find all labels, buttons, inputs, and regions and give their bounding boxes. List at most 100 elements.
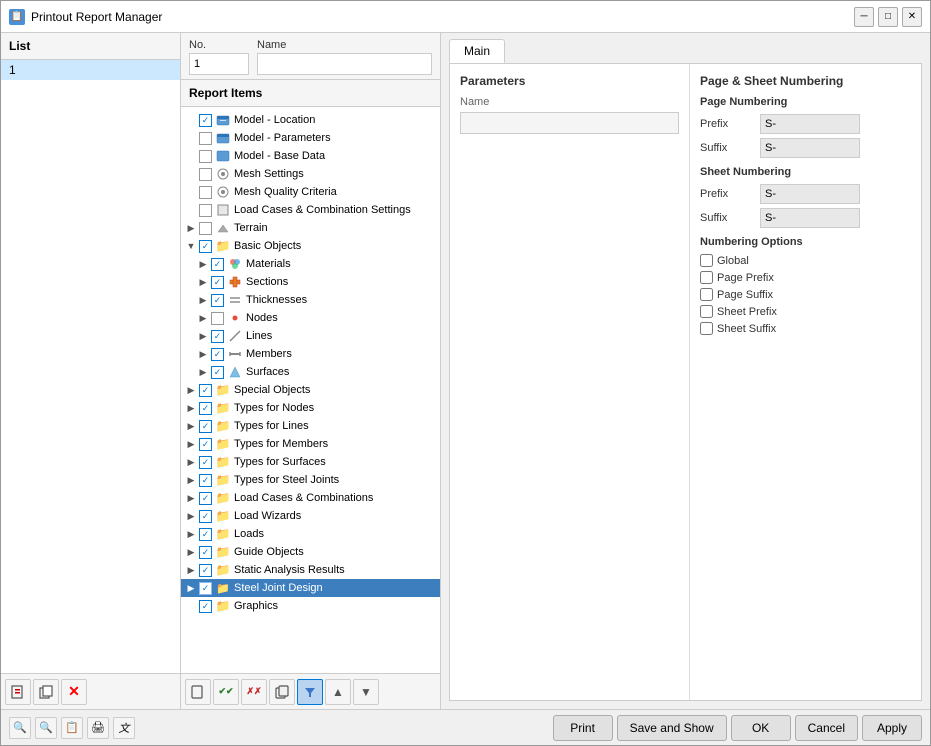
item-checkbox[interactable] (211, 348, 224, 361)
item-checkbox[interactable] (199, 204, 212, 217)
item-checkbox[interactable] (199, 438, 212, 451)
list-item[interactable]: ▶ Surfaces (181, 363, 440, 381)
report-items-header: Report Items (181, 80, 440, 107)
item-checkbox[interactable] (199, 186, 212, 199)
list-item[interactable]: ▶ 📁 Special Objects (181, 381, 440, 399)
expand-icon: ▶ (197, 312, 209, 324)
item-checkbox[interactable] (199, 222, 212, 235)
new-report-item-button[interactable] (185, 679, 211, 705)
close-button[interactable]: ✕ (902, 7, 922, 27)
list-item[interactable]: ▶ 📁 Load Wizards (181, 507, 440, 525)
item-checkbox[interactable] (199, 114, 212, 127)
list-item[interactable]: ▶ Materials (181, 255, 440, 273)
list-item[interactable]: ▶ 📁 Types for Steel Joints (181, 471, 440, 489)
list-item[interactable]: ▶ Nodes (181, 309, 440, 327)
item-checkbox[interactable] (199, 600, 212, 613)
find-status-button[interactable]: 🔍 (35, 717, 57, 739)
maximize-button[interactable]: □ (878, 7, 898, 27)
item-checkbox[interactable] (199, 474, 212, 487)
list-item[interactable]: Mesh Quality Criteria (181, 183, 440, 201)
item-checkbox[interactable] (211, 258, 224, 271)
item-checkbox[interactable] (199, 510, 212, 523)
item-checkbox[interactable] (199, 384, 212, 397)
tree-item-label: Mesh Settings (234, 168, 304, 180)
item-checkbox[interactable] (199, 402, 212, 415)
list-item[interactable]: ▶ Terrain (181, 219, 440, 237)
list-item[interactable]: Model - Base Data (181, 147, 440, 165)
filter-button[interactable] (297, 679, 323, 705)
global-checkbox[interactable] (700, 254, 713, 267)
list-item[interactable]: 📁 Graphics (181, 597, 440, 615)
list-item[interactable]: ▶ 📁 Types for Lines (181, 417, 440, 435)
list-item[interactable]: 1 (1, 60, 180, 80)
item-checkbox[interactable] (199, 240, 212, 253)
item-checkbox[interactable] (199, 150, 212, 163)
apply-button[interactable]: Apply (862, 715, 922, 741)
item-checkbox[interactable] (199, 456, 212, 469)
ok-button[interactable]: OK (731, 715, 791, 741)
item-checkbox[interactable] (199, 582, 212, 595)
item-checkbox[interactable] (199, 168, 212, 181)
delete-list-button[interactable]: ✕ (61, 679, 87, 705)
item-checkbox[interactable] (211, 294, 224, 307)
copy-report-button[interactable] (269, 679, 295, 705)
item-checkbox[interactable] (211, 366, 224, 379)
move-up-button[interactable]: ▲ (325, 679, 351, 705)
list-item[interactable]: Model - Parameters (181, 129, 440, 147)
item-checkbox[interactable] (211, 276, 224, 289)
list-item[interactable]: ▶ Thicknesses (181, 291, 440, 309)
page-suffix-checkbox[interactable] (700, 288, 713, 301)
params-name-input[interactable] (460, 112, 679, 134)
list-item[interactable]: Load Cases & Combination Settings (181, 201, 440, 219)
list-item[interactable]: ▶ 📁 Steel Joint Design (181, 579, 440, 597)
check-all-button[interactable]: ✔✔ (213, 679, 239, 705)
main-content: List 1 ✕ No. (1, 33, 930, 709)
item-checkbox[interactable] (211, 312, 224, 325)
save-show-button[interactable]: Save and Show (617, 715, 727, 741)
print-button[interactable]: Print (553, 715, 613, 741)
no-input[interactable] (189, 53, 249, 75)
expand-icon: ▶ (185, 510, 197, 522)
page-suffix-input[interactable] (760, 138, 860, 158)
item-checkbox[interactable] (199, 528, 212, 541)
name-input[interactable] (257, 53, 432, 75)
list-item[interactable]: ▶ 📁 Types for Nodes (181, 399, 440, 417)
sheet-suffix-checkbox[interactable] (700, 322, 713, 335)
minimize-button[interactable]: ─ (854, 7, 874, 27)
new-list-button[interactable] (5, 679, 31, 705)
list-item[interactable]: ▶ 📁 Types for Surfaces (181, 453, 440, 471)
page-prefix-input[interactable] (760, 114, 860, 134)
list-item[interactable]: ▶ 📁 Static Analysis Results (181, 561, 440, 579)
item-checkbox[interactable] (199, 420, 212, 433)
move-down-button[interactable]: ▼ (353, 679, 379, 705)
list-item[interactable]: Mesh Settings (181, 165, 440, 183)
sheet-prefix-checkbox[interactable] (700, 305, 713, 318)
lang-status-button[interactable]: 文 (113, 717, 135, 739)
list-item[interactable]: ▶ Sections (181, 273, 440, 291)
uncheck-all-button[interactable]: ✗✗ (241, 679, 267, 705)
list-item[interactable]: ▶ Members (181, 345, 440, 363)
item-checkbox[interactable] (199, 546, 212, 559)
list-item[interactable]: ▶ 📁 Load Cases & Combinations (181, 489, 440, 507)
cancel-button[interactable]: Cancel (795, 715, 858, 741)
search-status-button[interactable]: 🔍 (9, 717, 31, 739)
sheet-suffix-input[interactable] (760, 208, 860, 228)
page-prefix-checkbox[interactable] (700, 271, 713, 284)
item-checkbox[interactable] (211, 330, 224, 343)
list-item[interactable]: ▶ Lines (181, 327, 440, 345)
print-status-button[interactable]: 🖨 (87, 717, 109, 739)
list-item[interactable]: ▶ 📁 Types for Members (181, 435, 440, 453)
copy-list-button[interactable] (33, 679, 59, 705)
tree-item-label: Guide Objects (234, 546, 304, 558)
item-checkbox[interactable] (199, 492, 212, 505)
item-checkbox[interactable] (199, 132, 212, 145)
item-checkbox[interactable] (199, 564, 212, 577)
tree-item-label: Graphics (234, 600, 278, 612)
report-status-button[interactable]: 📋 (61, 717, 83, 739)
list-item[interactable]: ▶ 📁 Loads (181, 525, 440, 543)
sheet-prefix-input[interactable] (760, 184, 860, 204)
list-item[interactable]: ▶ 📁 Guide Objects (181, 543, 440, 561)
list-item[interactable]: ▼ 📁 Basic Objects (181, 237, 440, 255)
list-item[interactable]: Model - Location (181, 111, 440, 129)
tab-main[interactable]: Main (449, 39, 505, 63)
